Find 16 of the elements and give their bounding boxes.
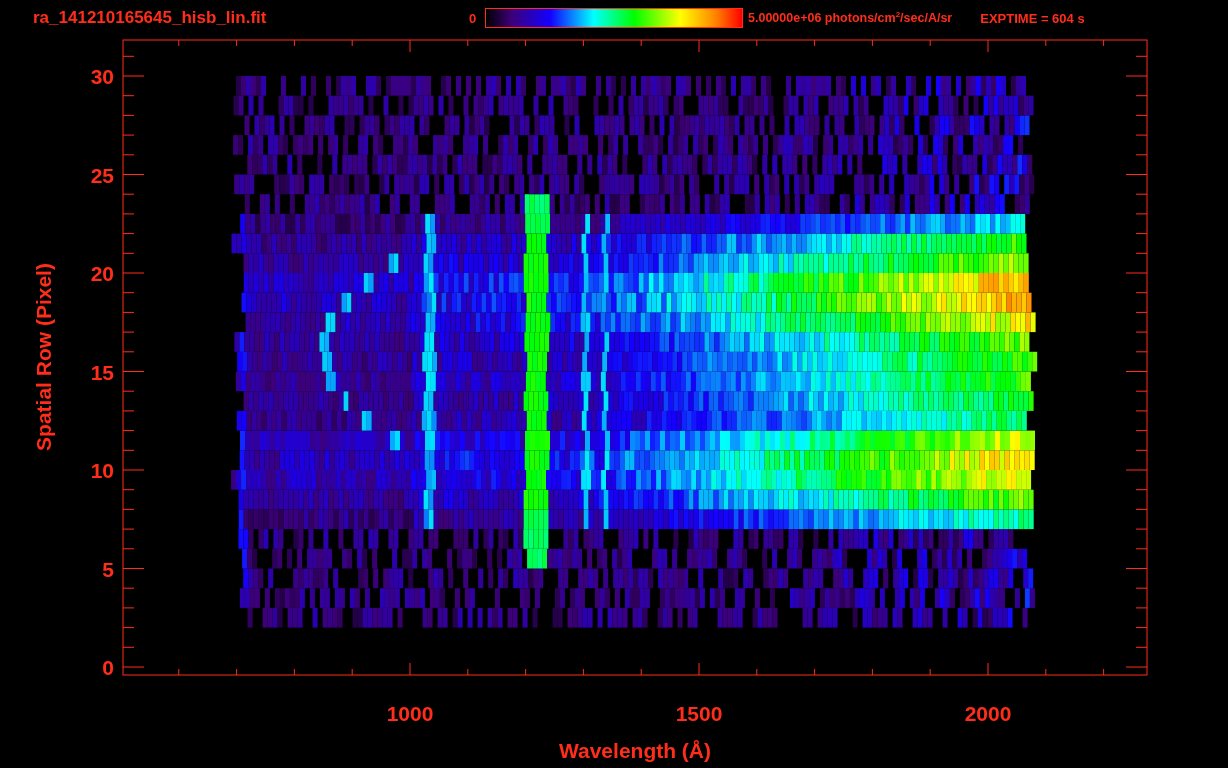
colorbar-min-label: 0	[469, 10, 478, 26]
file-name-title: ra_141210165645_hisb_lin.fit	[33, 8, 268, 28]
y-tick-label: 30	[90, 65, 114, 88]
x-tick-label: 1000	[386, 702, 434, 725]
colorbar-max-label: 5.00000e+06 photons/cm$^{2}$/sec/A/sr	[748, 10, 953, 26]
x-tick-label: 1500	[675, 702, 723, 725]
y-tick-label: 15	[90, 360, 114, 384]
x-axis-title: Wavelength (Å)	[558, 739, 712, 762]
y-tick-label: 10	[90, 459, 114, 482]
exposure-time-label: EXPTIME = 604 s	[980, 10, 1085, 26]
y-axis-title: Spatial Row (Pixel)	[32, 263, 55, 451]
y-tick-label: 5	[102, 557, 114, 581]
y-tick-label: 20	[90, 262, 114, 285]
x-tick-label: 2000	[964, 702, 1012, 725]
y-tick-label: 0	[102, 656, 114, 679]
y-tick-label: 25	[90, 163, 114, 187]
